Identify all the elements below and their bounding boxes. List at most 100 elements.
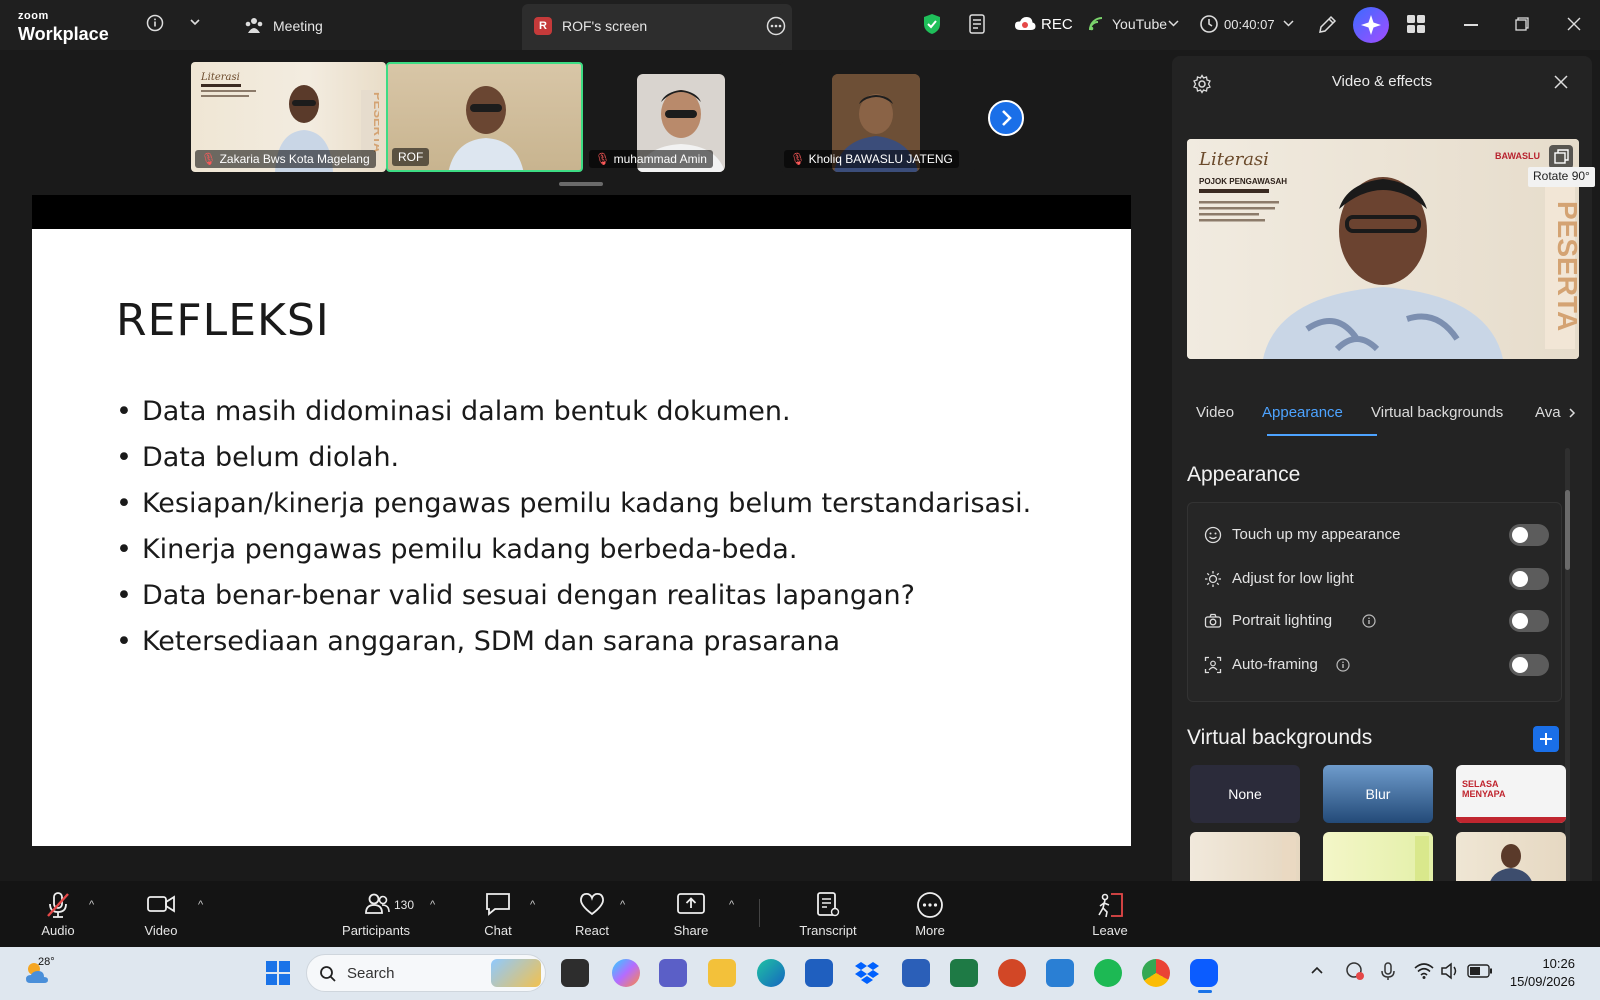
leave-door-icon	[1098, 893, 1123, 918]
restore-icon[interactable]	[1515, 17, 1529, 31]
task-view-icon[interactable]	[561, 959, 589, 987]
chevron-down-icon[interactable]	[189, 16, 201, 28]
leave-button[interactable]: Leave	[1082, 881, 1138, 947]
copilot-icon[interactable]	[612, 959, 640, 987]
powerpoint-icon[interactable]	[998, 959, 1026, 987]
auto-framing-toggle[interactable]	[1509, 654, 1549, 676]
share-caret-icon[interactable]: ^	[729, 899, 734, 911]
vb-blur[interactable]: Blur	[1323, 765, 1433, 823]
virtual-backgrounds-heading: Virtual backgrounds	[1187, 726, 1373, 749]
ai-companion-icon[interactable]	[1353, 7, 1389, 43]
participants-label: Participants	[342, 923, 410, 938]
apps-icon[interactable]	[1406, 14, 1426, 34]
screen-share-badge: R	[534, 17, 552, 35]
chrome-icon[interactable]	[1142, 959, 1170, 987]
chevron-right-icon[interactable]	[1568, 407, 1576, 419]
audio-button[interactable]: Audio	[30, 881, 86, 947]
search-icon	[320, 966, 336, 982]
remote-desktop-icon[interactable]	[1046, 959, 1074, 987]
transcript-button[interactable]: Transcript	[794, 881, 862, 947]
react-button[interactable]: React	[564, 881, 620, 947]
video-tile-zakaria[interactable]: Literasi PESERTA 🎙 Zakaria Bws Kota Mage…	[191, 62, 386, 172]
mic-tray-icon[interactable]	[1378, 961, 1398, 981]
timer-clock-icon	[1199, 14, 1219, 34]
transcript-icon	[817, 892, 840, 917]
close-panel-icon[interactable]	[1554, 75, 1568, 89]
word-icon[interactable]	[902, 959, 930, 987]
video-tile-kholiq[interactable]: 🎙 Kholiq BAWASLU JATENG	[780, 62, 975, 172]
toolbar-divider	[759, 899, 760, 927]
video-caret-icon[interactable]: ^	[198, 899, 203, 911]
excel-icon[interactable]	[950, 959, 978, 987]
slide-bullet: Kesiapan/kinerja pengawas pemilu kadang …	[116, 481, 1031, 527]
share-button[interactable]: Share	[663, 881, 719, 947]
slide-bullet: Ketersediaan anggaran, SDM dan sarana pr…	[116, 619, 1031, 665]
rotate-button[interactable]	[1549, 145, 1573, 169]
person-silhouette	[448, 74, 524, 170]
video-tile-rof[interactable]: ROF	[386, 62, 583, 172]
low-light-toggle[interactable]	[1509, 568, 1549, 590]
tray-status-icon[interactable]	[1345, 961, 1365, 981]
close-window-icon[interactable]	[1567, 17, 1581, 31]
taskbar-search[interactable]: Search	[306, 954, 546, 992]
participant-name-tag: 🎙 Zakaria Bws Kota Magelang	[195, 150, 376, 168]
next-page-button[interactable]	[988, 100, 1024, 136]
teams-icon[interactable]	[659, 959, 687, 987]
timer-chevron-icon[interactable]	[1283, 18, 1294, 28]
tab-video[interactable]: Video	[1196, 404, 1234, 421]
stream-chevron-icon[interactable]	[1168, 18, 1179, 28]
minimize-icon[interactable]	[1464, 24, 1478, 26]
zoom-app-icon[interactable]	[1190, 959, 1218, 987]
wifi-icon[interactable]	[1414, 962, 1434, 980]
audio-label: Audio	[41, 923, 75, 938]
more-button[interactable]: More	[902, 881, 958, 947]
audio-caret-icon[interactable]: ^	[89, 899, 94, 911]
store-icon[interactable]	[805, 959, 833, 987]
youtube-stream-label[interactable]: YouTube	[1112, 16, 1167, 32]
video-button[interactable]: Video	[133, 881, 189, 947]
vb-thumb-band	[1415, 836, 1429, 886]
participants-caret-icon[interactable]: ^	[430, 899, 435, 911]
option-label: Adjust for low light	[1232, 570, 1354, 587]
tab-virtual-backgrounds[interactable]: Virtual backgrounds	[1371, 404, 1503, 421]
video-tile-muhammad[interactable]: 🎙 muhammad Amin	[585, 62, 780, 172]
meeting-tab[interactable]: Meeting	[273, 18, 323, 34]
vb-selasa-menyapa[interactable]: SELASA MENYAPA	[1456, 765, 1566, 823]
svg-text:PESERTA: PESERTA	[371, 92, 379, 153]
spotify-icon[interactable]	[1094, 959, 1122, 987]
security-shield-icon[interactable]	[922, 13, 942, 35]
battery-icon[interactable]	[1467, 964, 1493, 978]
annotate-pen-icon[interactable]	[1316, 14, 1338, 36]
more-options-icon[interactable]	[766, 16, 786, 36]
vb-none[interactable]: None	[1190, 765, 1300, 823]
tab-avatars[interactable]: Ava	[1535, 404, 1561, 421]
share-screen-icon	[677, 893, 705, 914]
strip-resize-handle[interactable]	[559, 182, 603, 186]
file-explorer-icon[interactable]	[708, 959, 736, 987]
info-icon[interactable]	[146, 14, 164, 32]
notes-icon[interactable]	[968, 13, 988, 35]
volume-icon[interactable]	[1440, 962, 1460, 980]
heart-icon	[580, 892, 604, 916]
scrollbar-thumb[interactable]	[1565, 490, 1570, 570]
video-label: Video	[144, 923, 178, 938]
touch-up-toggle[interactable]	[1509, 524, 1549, 546]
chat-caret-icon[interactable]: ^	[530, 899, 535, 911]
option-portrait-lighting: Portrait lighting	[1204, 609, 1549, 633]
participants-button[interactable]: Participants	[336, 881, 416, 947]
transcript-label: Transcript	[799, 923, 857, 938]
windows-start-icon[interactable]	[265, 960, 291, 986]
portrait-lighting-toggle[interactable]	[1509, 610, 1549, 632]
add-background-button[interactable]	[1533, 726, 1559, 752]
participants-icon	[365, 893, 390, 914]
react-caret-icon[interactable]: ^	[620, 899, 625, 911]
edge-browser-icon[interactable]	[757, 959, 785, 987]
panel-title: Video & effects	[1331, 73, 1433, 90]
tray-overflow-icon[interactable]	[1310, 965, 1324, 975]
tab-appearance[interactable]: Appearance	[1262, 404, 1343, 421]
option-touch-up: Touch up my appearance	[1204, 523, 1549, 547]
rec-label[interactable]: REC	[1041, 16, 1073, 33]
dropbox-icon[interactable]	[853, 959, 881, 987]
chat-button[interactable]: Chat	[470, 881, 526, 947]
clock[interactable]: 10:26 15/09/2026	[1510, 955, 1575, 991]
